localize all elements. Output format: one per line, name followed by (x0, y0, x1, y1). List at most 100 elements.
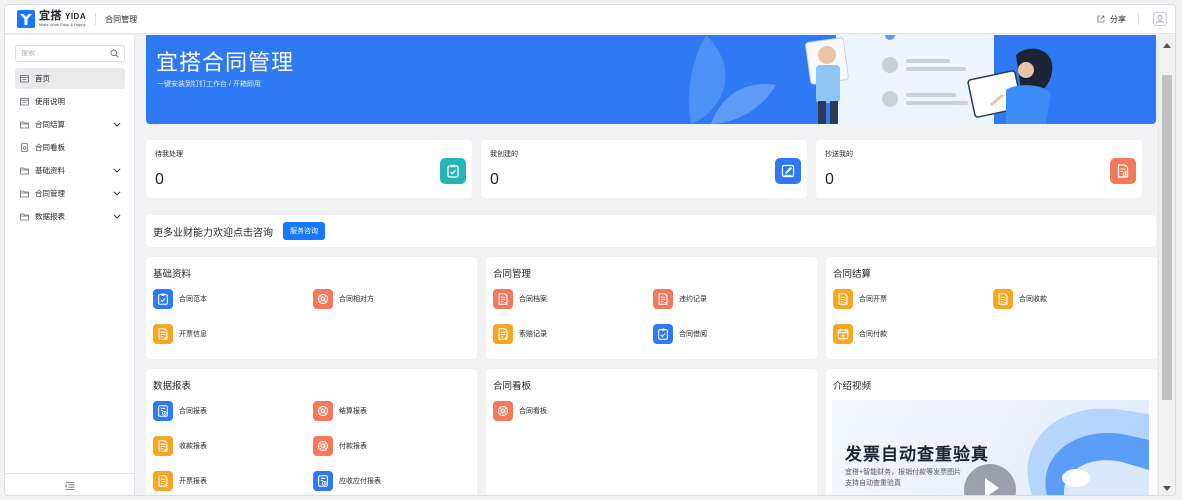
flower-icon (313, 289, 333, 309)
shortcut-label: 合同相对方 (339, 296, 374, 303)
sidebar-item-2[interactable]: 合同结算 (15, 114, 125, 135)
card-basic-data: 基础资料 合同范本 合同相对方开票信息 (146, 257, 477, 359)
sidebar-item-label: 首页 (35, 74, 50, 83)
sidebar-item-label: 使用说明 (35, 97, 65, 106)
card-title: 合同管理 (493, 269, 532, 280)
intro-video-player[interactable]: 发票自动查重验真 宜搭+智能财务，报销付款等发票图片 支持自动查重验真 (832, 400, 1149, 495)
chevron-down-icon[interactable] (113, 120, 121, 129)
stat-card-2[interactable]: 抄送我的 0 (816, 140, 1142, 198)
document-icon (653, 289, 673, 309)
report-icon (313, 471, 333, 491)
share-icon (1097, 15, 1105, 23)
shortcut-label: 合同付款 (859, 331, 887, 338)
chevron-down-icon[interactable] (113, 212, 121, 221)
sidebar-item-4[interactable]: 基础资料 (15, 160, 125, 181)
shortcut-link[interactable]: 合同开票 (833, 289, 887, 309)
shortcut-link[interactable]: 结算报表 (313, 401, 367, 421)
document-icon (153, 436, 173, 456)
chevron-down-icon[interactable] (113, 166, 121, 175)
shortcut-link[interactable]: 付款报表 (313, 436, 367, 456)
shortcut-link[interactable]: 合同相对方 (313, 289, 374, 309)
folder-icon (20, 212, 29, 221)
shortcut-label: 违约记录 (679, 296, 707, 303)
dashboard-icon (20, 143, 29, 152)
scroll-up-arrow-icon[interactable] (1163, 43, 1171, 48)
shortcut-label: 开票信息 (179, 331, 207, 338)
stat-card-1[interactable]: 我创建的 0 (481, 140, 807, 198)
collapse-sidebar-button[interactable] (5, 473, 135, 495)
shortcut-link[interactable]: 收款报表 (153, 436, 207, 456)
main-content: 宜搭合同管理 一键安装到钉钉工作台 / 开箱即用 待我处理 0 我创建的 0 抄… (136, 35, 1159, 495)
collapse-icon (65, 481, 75, 490)
search-icon[interactable] (110, 49, 119, 58)
card-title: 基础资料 (153, 269, 192, 280)
shortcut-label: 合同借阅 (679, 331, 707, 338)
flower-icon (313, 401, 333, 421)
shortcut-link[interactable]: 合同报表 (153, 401, 207, 421)
shortcut-link[interactable]: 合同范本 (153, 289, 207, 309)
folder-icon (20, 120, 29, 129)
card-data-reports: 数据报表 合同报表 结算报表收款报表 付款报表开票报表 应收应付报表 (146, 369, 477, 495)
top-bar: 宜搭 YIDA Make Work Easy & Happy 合同管理 分享 (5, 5, 1175, 34)
scroll-down-arrow-icon[interactable] (1163, 486, 1171, 491)
edit-icon (775, 158, 801, 184)
card-title: 合同结算 (833, 269, 872, 280)
home-icon (20, 74, 29, 83)
shortcut-link[interactable]: 合同看板 (493, 401, 547, 421)
shortcut-label: 合同报表 (179, 408, 207, 415)
sidebar: 首页使用说明合同结算合同看板基础资料合同管理数据报表 (5, 35, 135, 495)
share-button[interactable]: 分享 (1097, 14, 1126, 25)
shortcut-label: 应收应付报表 (339, 478, 381, 485)
shortcut-link[interactable]: 合同借阅 (653, 324, 707, 344)
search-box[interactable] (15, 45, 125, 62)
sidebar-item-6[interactable]: 数据报表 (15, 206, 125, 227)
chevron-down-icon[interactable] (113, 189, 121, 198)
card-contract-settlement: 合同结算 合同开票 合同收款合同付款 (826, 257, 1157, 359)
card-contract-management: 合同管理 合同档案 违约记录索赔记录 合同借阅 (486, 257, 817, 359)
play-icon (985, 478, 999, 495)
shortcut-link[interactable]: 合同收款 (993, 289, 1047, 309)
shortcut-link[interactable]: 开票报表 (153, 471, 207, 491)
user-avatar[interactable] (1153, 12, 1167, 26)
shortcut-link[interactable]: 应收应付报表 (313, 471, 381, 491)
consult-text: 更多业财能力欢迎点击咨询 (153, 227, 273, 239)
shortcut-label: 结算报表 (339, 408, 367, 415)
card-title: 介绍视频 (833, 381, 872, 392)
stat-title: 我创建的 (490, 151, 518, 158)
shortcut-link[interactable]: 违约记录 (653, 289, 707, 309)
shortcut-link[interactable]: 索赔记录 (493, 324, 547, 344)
sidebar-nav: 首页使用说明合同结算 合同看板基础资料合同管理 数据报表 (15, 68, 125, 229)
clipboard-icon (153, 289, 173, 309)
yida-logo[interactable]: 宜搭 YIDA Make Work Easy & Happy (17, 5, 86, 34)
sidebar-item-5[interactable]: 合同管理 (15, 183, 125, 204)
app-title[interactable]: 合同管理 (105, 14, 137, 25)
sidebar-item-label: 基础资料 (35, 166, 65, 175)
page-scrollbar[interactable] (1158, 35, 1175, 495)
search-input[interactable] (21, 50, 109, 57)
card-title: 数据报表 (153, 381, 192, 392)
folder-icon (20, 189, 29, 198)
share-label: 分享 (1110, 14, 1126, 24)
stat-value: 0 (155, 171, 164, 188)
shortcut-link[interactable]: 开票信息 (153, 324, 207, 344)
stat-card-0[interactable]: 待我处理 0 (146, 140, 472, 198)
sidebar-item-3[interactable]: 合同看板 (15, 137, 125, 158)
shortcut-label: 索赔记录 (519, 331, 547, 338)
flower-icon (313, 436, 333, 456)
sidebar-item-1[interactable]: 使用说明 (15, 91, 125, 112)
service-consult-button[interactable]: 服务咨询 (283, 222, 325, 240)
stat-title: 待我处理 (155, 151, 183, 158)
shortcut-label: 开票报表 (179, 478, 207, 485)
card-intro-video: 介绍视频 发票自动查重验真 宜搭+智能财务，报销付款等发票图片 支持自动查重验真 (826, 369, 1157, 495)
sidebar-item-0[interactable]: 首页 (15, 68, 125, 89)
play-button[interactable] (964, 464, 1016, 495)
video-poster-line-2: 支持自动查重验真 (845, 480, 901, 488)
stat-title: 抄送我的 (825, 151, 853, 158)
shortcut-label: 收款报表 (179, 443, 207, 450)
video-poster-title: 发票自动查重验真 (845, 445, 989, 464)
shortcut-link[interactable]: 合同付款 (833, 324, 887, 344)
shortcut-link[interactable]: 合同档案 (493, 289, 547, 309)
logo-en: YIDA (65, 12, 87, 21)
card-title: 合同看板 (493, 381, 532, 392)
scroll-thumb[interactable] (1162, 75, 1172, 400)
